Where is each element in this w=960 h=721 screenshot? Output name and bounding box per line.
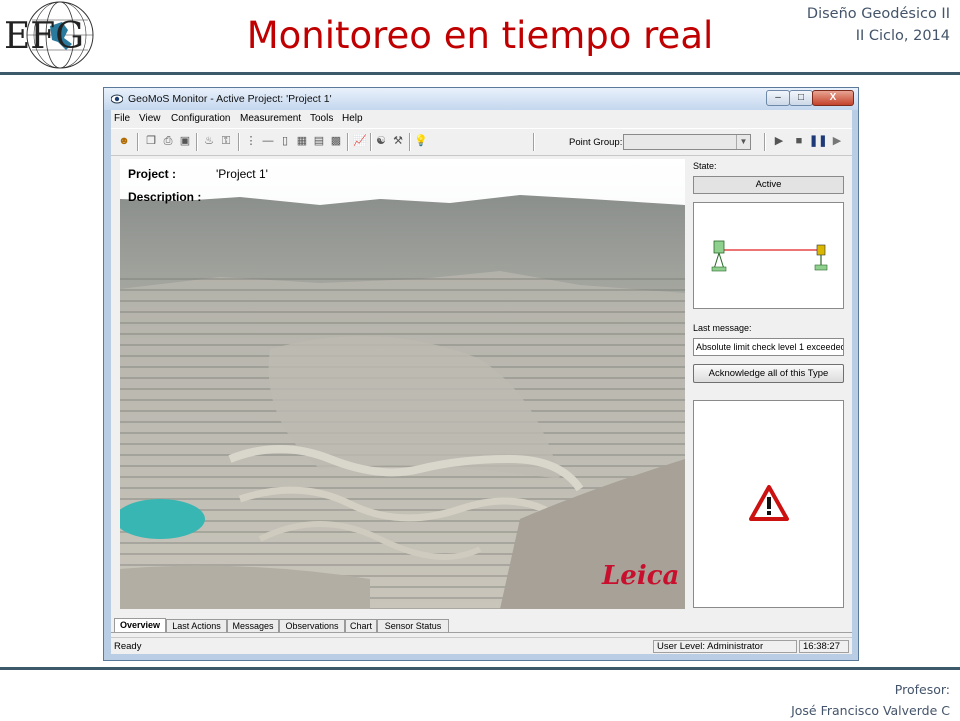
menu-view[interactable]: View [139,113,161,124]
menu-bar: File View Configuration Measurement Tool… [111,110,852,128]
chevron-down-icon: ▼ [736,135,750,149]
users-icon[interactable]: ☻ [116,133,132,149]
warning-triangle-icon [749,485,789,521]
geomos-window: GeoMoS Monitor - Active Project: 'Projec… [103,87,859,661]
toolbar-separator [238,133,240,151]
sensor-icon[interactable]: ♨ [201,133,217,149]
print-icon[interactable]: ⎙ [160,133,176,149]
project-value: 'Project 1' [216,167,268,181]
state-value: Active [693,176,844,194]
copy-icon[interactable]: ❐ [143,133,159,149]
view-tabs: Overview Last Actions Messages Observati… [111,618,852,633]
status-ready: Ready [114,641,142,652]
course-info: Diseño Geodésico II II Ciclo, 2014 [807,3,950,47]
last-message-label: Last message: [693,323,752,333]
sensor-diagram [693,202,844,309]
maximize-button[interactable]: □ [789,90,813,106]
play-icon[interactable]: ▶ [771,133,787,149]
window-client: File View Configuration Measurement Tool… [111,110,852,654]
menu-tools[interactable]: Tools [310,113,333,124]
point-group-label: Point Group: [569,137,623,148]
points-icon[interactable]: ⋮ [243,133,259,149]
close-button[interactable]: X [812,90,854,106]
professor-name: José Francisco Valverde C [791,703,950,718]
project-label: Project : [128,167,177,181]
grid-icon[interactable]: ▦ [294,133,310,149]
toolbar-separator [533,133,535,151]
toolbar-separator [196,133,198,151]
course-name: Diseño Geodésico II [806,6,950,22]
last-message-field[interactable]: Absolute limit check level 1 exceeded! ( [693,338,844,356]
menu-file[interactable]: File [114,113,130,124]
toolbar-separator [347,133,349,151]
bottom-divider [0,667,960,670]
open-pit-mine-image [120,159,685,609]
state-label: State: [693,161,717,171]
leica-watermark: Leica [602,561,680,591]
basket-icon[interactable]: ▯ [277,133,293,149]
course-term: II Ciclo, 2014 [855,28,950,44]
tab-messages[interactable]: Messages [227,619,279,632]
key-icon[interactable]: ⚿ [218,133,234,149]
map-icon[interactable]: ▩ [328,133,344,149]
acknowledge-button[interactable]: Acknowledge all of this Type [693,364,844,383]
chart-icon[interactable]: 📈 [352,133,368,149]
image-icon[interactable]: ▤ [311,133,327,149]
status-user-level: User Level: Administrator [653,640,797,653]
app-eye-icon [111,94,123,104]
professor-label: Profesor: [894,682,950,697]
stop-icon[interactable]: ■ [791,133,807,149]
tab-chart[interactable]: Chart [345,619,377,632]
window-titlebar[interactable]: GeoMoS Monitor - Active Project: 'Projec… [104,88,858,110]
toolbar-separator [137,133,139,151]
point-group-select[interactable]: ▼ [623,134,751,150]
professor-info: Profesor: José Francisco Valverde C [791,679,950,721]
window-title: GeoMoS Monitor - Active Project: 'Projec… [128,93,332,105]
sensor-link-graphic [711,240,828,272]
tab-observations[interactable]: Observations [279,619,345,632]
menu-measurement[interactable]: Measurement [240,113,301,124]
line-icon[interactable]: — [260,133,276,149]
step-icon[interactable]: ▶ [829,133,845,149]
status-time: 16:38:27 [799,640,849,653]
total-station-icon [711,240,727,272]
overview-pane: Project : 'Project 1' Description : Leic… [120,159,685,609]
preview-icon[interactable]: ▣ [177,133,193,149]
toolbar: ☻ ❐ ⎙ ▣ ♨ ⚿ ⋮ — ▯ ▦ ▤ ▩ 📈 ☯ ⚒ 💡 Point Gr… [111,128,852,156]
tab-sensor-status[interactable]: Sensor Status [377,619,449,632]
alert-panel [693,400,844,608]
pause-icon[interactable]: ❚❚ [809,133,827,149]
minimize-button[interactable]: – [766,90,790,106]
toolbar-separator [764,133,766,151]
top-divider [0,72,960,75]
tab-last-actions[interactable]: Last Actions [166,619,227,632]
toolbar-separator [409,133,411,151]
toolbar-separator [370,133,372,151]
menu-help[interactable]: Help [342,113,363,124]
description-label: Description : [128,190,202,204]
prism-target-icon [814,244,828,271]
help-icon[interactable]: 💡 [413,133,429,149]
status-bar: Ready User Level: Administrator 16:38:27 [111,637,852,655]
network-icon[interactable]: ☯ [373,133,389,149]
tools-icon[interactable]: ⚒ [390,133,406,149]
tab-overview[interactable]: Overview [114,618,166,632]
menu-configuration[interactable]: Configuration [171,113,230,124]
